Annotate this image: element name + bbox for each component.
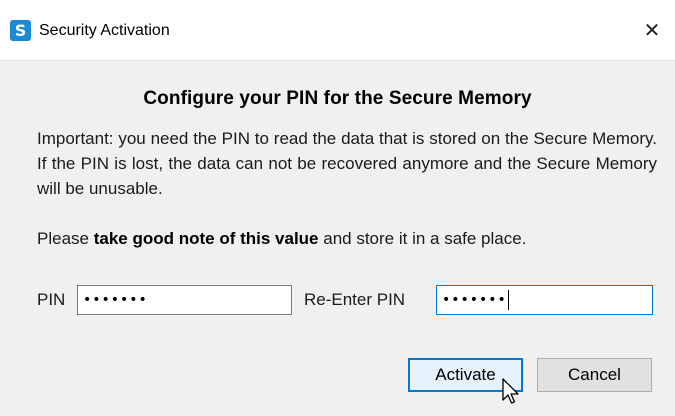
close-icon: ✕	[643, 18, 661, 42]
note-prefix: Please	[37, 229, 94, 248]
app-icon: S	[10, 20, 31, 41]
pin-input[interactable]: •••••••	[77, 285, 292, 315]
note-suffix: and store it in a safe place.	[318, 229, 527, 248]
reenter-pin-label: Re-Enter PIN	[304, 290, 406, 309]
text-caret	[507, 290, 509, 310]
dialog-heading: Configure your PIN for the Secure Memory	[143, 88, 532, 109]
window-title: Security Activation	[39, 22, 170, 39]
reenter-pin-input[interactable]: •••••••	[436, 285, 653, 315]
cancel-button[interactable]: Cancel	[537, 358, 652, 392]
security-activation-dialog: S Security Activation ✕ Configure your P…	[0, 0, 675, 416]
reenter-pin-masked-value: •••••••	[442, 292, 507, 308]
title-bar: S Security Activation ✕	[0, 0, 675, 61]
pin-masked-value: •••••••	[83, 292, 148, 308]
app-icon-letter: S	[14, 20, 27, 40]
pin-label: PIN	[37, 290, 66, 309]
important-notice: Important: you need the PIN to read the …	[37, 129, 657, 198]
note-emphasis: take good note of this value	[93, 229, 319, 248]
note-instruction: Please take good note of this value and …	[37, 226, 657, 251]
close-button[interactable]: ✕	[629, 0, 675, 60]
mouse-pointer-icon	[502, 378, 519, 404]
